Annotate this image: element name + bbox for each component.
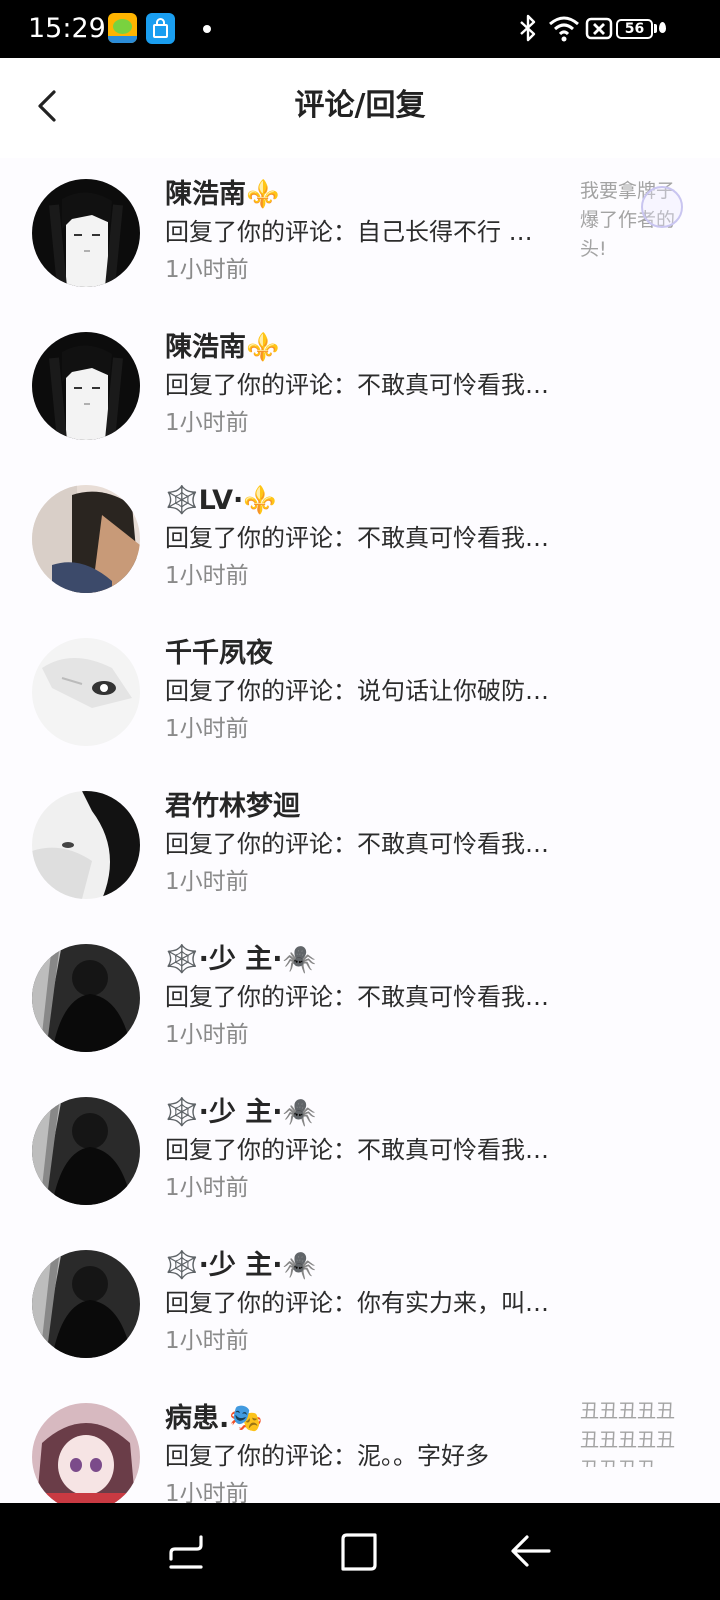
navigation-bar bbox=[0, 1503, 720, 1600]
username[interactable]: 千千夙夜 bbox=[165, 636, 273, 672]
battery-level: 56 bbox=[616, 19, 653, 39]
username[interactable]: 🕸️·少 主·🕷️ bbox=[165, 1095, 316, 1131]
reply-text: 回复了你的评论：不敢真可怜看我把你吓的 bbox=[165, 524, 550, 552]
timestamp: 1小时前 bbox=[165, 563, 249, 589]
timestamp: 1小时前 bbox=[165, 869, 249, 895]
wifi-icon bbox=[549, 16, 579, 42]
avatar[interactable] bbox=[32, 1097, 140, 1205]
reply-text: 回复了你的评论：不敢真可怜看我把你吓的 bbox=[165, 983, 550, 1011]
avatar[interactable] bbox=[32, 638, 140, 746]
header: 评论/回复 bbox=[0, 58, 720, 158]
back-nav-icon[interactable] bbox=[509, 1529, 555, 1575]
avatar[interactable] bbox=[32, 1250, 140, 1358]
charging-drop-icon bbox=[659, 22, 666, 33]
timestamp: 1小时前 bbox=[165, 410, 249, 436]
spider-icon: 🕷️ bbox=[282, 1250, 317, 1281]
notification-item[interactable]: 陳浩南⚜️ 回复了你的评论：不敢真可怜看我把你吓的 1小时前 bbox=[0, 316, 720, 472]
reply-text: 回复了你的评论：说句话让你破防了吗 bbox=[165, 677, 550, 705]
timestamp: 1小时前 bbox=[165, 1481, 249, 1503]
username[interactable]: 陳浩南⚜️ bbox=[165, 177, 280, 213]
timestamp: 1小时前 bbox=[165, 1022, 249, 1048]
username[interactable]: 陳浩南⚜️ bbox=[165, 330, 280, 366]
reply-text: 回复了你的评论：自己长得不行 评论别人长得丑 bbox=[165, 218, 550, 246]
bluetooth-icon bbox=[520, 14, 536, 42]
comment-preview[interactable]: 丑丑丑丑丑丑丑丑丑丑丑丑丑丑 bbox=[580, 1397, 682, 1467]
reply-text: 回复了你的评论：你有实力来，叫你看看 bbox=[165, 1289, 550, 1317]
shopping-app-icon bbox=[146, 13, 175, 44]
username[interactable]: 君竹林梦迴 bbox=[165, 789, 300, 825]
notification-item[interactable]: 君竹林梦迴 回复了你的评论：不敢真可怜看我把你吓的 1小时前 bbox=[0, 775, 720, 931]
avatar[interactable] bbox=[32, 1403, 140, 1503]
reply-text: 回复了你的评论：不敢真可怜看我把你吓的 bbox=[165, 371, 550, 399]
notification-item[interactable]: 千千夙夜 回复了你的评论：说句话让你破防了吗 1小时前 bbox=[0, 622, 720, 778]
notification-list[interactable]: 陳浩南⚜️ 回复了你的评论：自己长得不行 评论别人长得丑 1小时前 我要拿牌子爆… bbox=[0, 163, 720, 1503]
avatar[interactable] bbox=[32, 944, 140, 1052]
notification-item[interactable]: 🕸️·少 主·🕷️ 回复了你的评论：不敢真可怜看我把你吓的 1小时前 bbox=[0, 928, 720, 1084]
notification-item[interactable]: 🕸️·少 主·🕷️ 回复了你的评论：不敢真可怜看我把你吓的 1小时前 bbox=[0, 1081, 720, 1237]
username[interactable]: 病患.🎭 bbox=[165, 1401, 263, 1437]
status-bar: 15:29 56 bbox=[0, 0, 720, 58]
timestamp: 1小时前 bbox=[165, 257, 249, 283]
badge-icon: ⚜️ bbox=[246, 179, 280, 210]
badge-icon: ⚜️ bbox=[243, 485, 277, 516]
battery-tip bbox=[654, 24, 657, 33]
notification-item[interactable]: 🕸️LV·⚜️ 回复了你的评论：不敢真可怜看我把你吓的 1小时前 bbox=[0, 469, 720, 625]
notification-item[interactable]: 🕸️·少 主·🕷️ 回复了你的评论：你有实力来，叫你看看 1小时前 bbox=[0, 1234, 720, 1390]
reply-text: 回复了你的评论：不敢真可怜看我把你吓的 bbox=[165, 1136, 550, 1164]
username[interactable]: 🕸️LV·⚜️ bbox=[165, 483, 277, 519]
page-title: 评论/回复 bbox=[294, 88, 426, 123]
recent-apps-icon[interactable] bbox=[163, 1529, 209, 1575]
messages-app-icon bbox=[108, 13, 137, 43]
reply-text: 回复了你的评论：泥。。字好多 bbox=[165, 1442, 489, 1470]
avatar[interactable] bbox=[32, 485, 140, 593]
timestamp: 1小时前 bbox=[165, 716, 249, 742]
badge-icon: ⚜️ bbox=[246, 332, 280, 363]
touch-indicator bbox=[641, 186, 683, 228]
username[interactable]: 🕸️·少 主·🕷️ bbox=[165, 942, 316, 978]
avatar[interactable] bbox=[32, 332, 140, 440]
avatar[interactable] bbox=[32, 791, 140, 899]
home-icon[interactable] bbox=[337, 1529, 383, 1575]
timestamp: 1小时前 bbox=[165, 1175, 249, 1201]
timestamp: 1小时前 bbox=[165, 1328, 249, 1354]
mask-icon: 🎭 bbox=[229, 1403, 263, 1434]
reply-text: 回复了你的评论：不敢真可怜看我把你吓的 bbox=[165, 830, 550, 858]
spider-icon: 🕷️ bbox=[282, 944, 317, 975]
username[interactable]: 🕸️·少 主·🕷️ bbox=[165, 1248, 316, 1284]
more-notifications-icon bbox=[203, 25, 211, 33]
no-sim-icon bbox=[585, 17, 613, 40]
notification-item[interactable]: 病患.🎭 回复了你的评论：泥。。字好多 1小时前 丑丑丑丑丑丑丑丑丑丑丑丑丑丑 bbox=[0, 1387, 720, 1503]
notification-item[interactable]: 陳浩南⚜️ 回复了你的评论：自己长得不行 评论别人长得丑 1小时前 我要拿牌子爆… bbox=[0, 163, 720, 319]
avatar[interactable] bbox=[32, 179, 140, 287]
spider-icon: 🕷️ bbox=[282, 1097, 317, 1128]
status-time: 15:29 bbox=[28, 13, 106, 44]
